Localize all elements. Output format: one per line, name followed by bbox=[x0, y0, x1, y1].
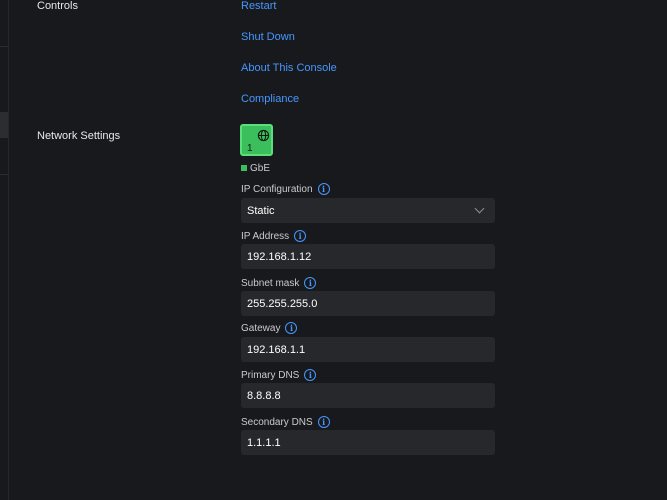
controls-section-label: Controls bbox=[37, 0, 78, 12]
rail-divider bbox=[0, 46, 8, 47]
gateway-value: 192.168.1.1 bbox=[247, 343, 306, 356]
gateway-label: Gateway i bbox=[241, 322, 298, 334]
ip-address-input[interactable]: 192.168.1.12 bbox=[241, 244, 495, 269]
globe-icon bbox=[257, 129, 270, 142]
info-icon[interactable]: i bbox=[304, 277, 317, 289]
network-settings-label: Network Settings bbox=[37, 130, 121, 142]
compliance-link[interactable]: Compliance bbox=[241, 93, 299, 105]
rail-divider bbox=[0, 174, 8, 175]
primary-dns-label: Primary DNS i bbox=[241, 369, 317, 381]
gateway-label-text: Gateway bbox=[241, 322, 281, 334]
port-number: 1 bbox=[247, 143, 253, 154]
primary-dns-input[interactable]: 8.8.8.8 bbox=[241, 383, 495, 408]
info-icon[interactable]: i bbox=[317, 416, 330, 428]
info-icon[interactable]: i bbox=[294, 230, 307, 242]
info-icon[interactable]: i bbox=[285, 322, 298, 334]
gateway-input[interactable]: 192.168.1.1 bbox=[241, 337, 495, 362]
rail-active-indicator bbox=[0, 112, 8, 138]
ip-address-value: 192.168.1.12 bbox=[247, 250, 312, 263]
secondary-dns-label: Secondary DNS i bbox=[241, 416, 330, 428]
subnet-mask-label: Subnet mask i bbox=[241, 277, 317, 289]
gbe-legend-swatch bbox=[241, 165, 247, 171]
ip-address-label-text: IP Address bbox=[241, 230, 290, 242]
gbe-legend-label: GbE bbox=[250, 163, 271, 174]
shut-down-link[interactable]: Shut Down bbox=[241, 31, 295, 43]
secondary-dns-value: 1.1.1.1 bbox=[247, 436, 281, 449]
secondary-dns-label-text: Secondary DNS bbox=[241, 416, 313, 428]
about-console-link[interactable]: About This Console bbox=[241, 62, 337, 74]
primary-dns-value: 8.8.8.8 bbox=[247, 389, 281, 402]
ip-configuration-value: Static bbox=[247, 204, 275, 217]
restart-link[interactable]: Restart bbox=[241, 0, 276, 12]
ip-configuration-select[interactable]: Static bbox=[241, 198, 495, 223]
left-rail bbox=[0, 0, 9, 500]
info-icon[interactable]: i bbox=[304, 369, 317, 381]
primary-dns-label-text: Primary DNS bbox=[241, 369, 300, 381]
ip-configuration-label-text: IP Configuration bbox=[241, 183, 313, 195]
subnet-mask-input[interactable]: 255.255.255.0 bbox=[241, 291, 495, 316]
secondary-dns-input[interactable]: 1.1.1.1 bbox=[241, 430, 495, 455]
chevron-down-icon bbox=[474, 203, 485, 214]
ip-address-label: IP Address i bbox=[241, 230, 307, 242]
port-1-tile[interactable]: 1 bbox=[240, 124, 273, 156]
ip-configuration-label: IP Configuration i bbox=[241, 183, 330, 195]
info-icon[interactable]: i bbox=[317, 183, 330, 195]
subnet-mask-value: 255.255.255.0 bbox=[247, 297, 318, 310]
subnet-mask-label-text: Subnet mask bbox=[241, 277, 300, 289]
